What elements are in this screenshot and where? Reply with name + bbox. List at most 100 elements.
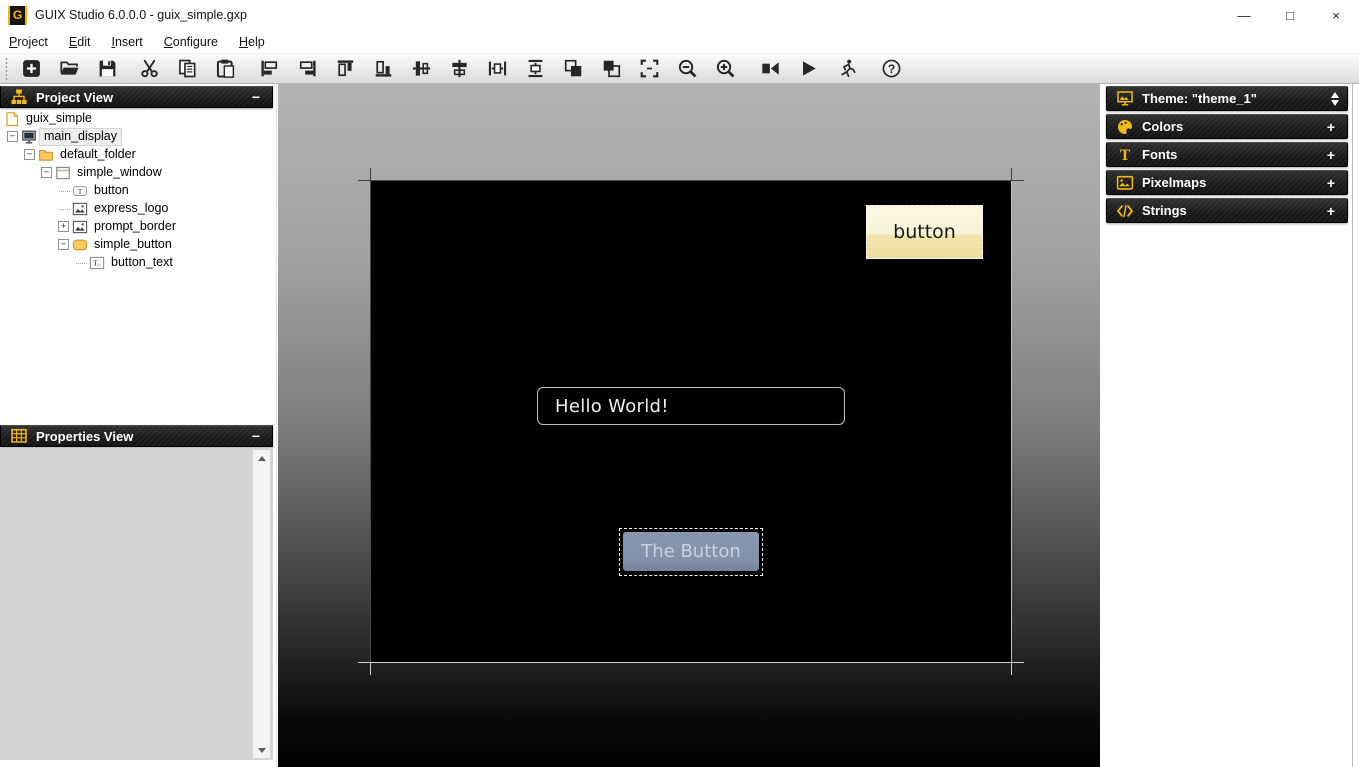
properties-scrollbar[interactable] [253,450,270,758]
align-right-button[interactable] [292,55,322,82]
section-header-pixelmaps[interactable]: Pixelmaps+ [1106,170,1348,195]
window-controls: — □ × [1221,0,1359,30]
pixelmaps-icon [1115,173,1135,193]
display-root-window[interactable]: button Hello World! The Button [370,180,1012,663]
tree-item-default_folder[interactable]: − default_folder [0,146,256,164]
properties-view-collapse-button[interactable]: − [248,428,264,444]
section-expand-button-strings[interactable]: + [1323,203,1339,219]
svg-text:T: T [78,187,83,196]
close-button[interactable]: × [1313,0,1359,30]
section-label-strings: Strings [1142,203,1187,218]
equal-horizontal-spacing-button[interactable] [482,55,512,82]
open-project-button[interactable] [54,55,84,82]
collapse-toggle-default_folder[interactable]: − [24,149,35,160]
cut-button[interactable] [134,55,164,82]
design-canvas[interactable]: button Hello World! The Button [278,84,1100,767]
canvas-button-widget[interactable]: button [866,205,983,259]
tree-item-express_logo[interactable]: express_logo [0,200,256,218]
panel-divider [1352,84,1353,767]
section-expand-button-fonts[interactable]: + [1323,147,1339,163]
collapse-toggle-simple_window[interactable]: − [41,167,52,178]
tree-label-default_folder: default_folder [56,146,140,164]
canvas-the-button-widget[interactable]: The Button [623,532,759,571]
zoom-out-button[interactable] [672,55,702,82]
project-view-icon [9,87,29,107]
properties-view-body [0,448,273,760]
collapse-toggle-main_display[interactable]: − [7,131,18,142]
canvas-the-button-selection[interactable]: The Button [619,528,763,576]
help-button[interactable]: ? [876,55,906,82]
scroll-down-button[interactable] [253,742,270,758]
minimize-button[interactable]: — [1221,0,1267,30]
new-project-button[interactable] [16,55,46,82]
properties-view-header[interactable]: Properties View − [0,425,273,447]
scroll-up-button[interactable] [253,450,270,466]
tree-label-guix_simple: guix_simple [22,110,96,128]
menu-item-project[interactable]: Project [3,33,54,51]
tree-item-button_text[interactable]: T..button_text [0,254,256,272]
align-bottom-icon [373,58,394,79]
tree-label-main_display: main_display [39,128,122,146]
tree-item-button[interactable]: Tbutton [0,182,256,200]
move-to-front-button[interactable] [558,55,588,82]
menu-item-edit[interactable]: Edit [63,33,97,51]
spinner-up-icon [1331,92,1339,98]
paste-button[interactable] [210,55,240,82]
menu-item-insert[interactable]: Insert [105,33,148,51]
tree-item-main_display[interactable]: − main_display [0,128,256,146]
space-horizontal-icon [487,58,508,79]
section-header-theme[interactable]: Theme: "theme_1" [1106,86,1348,111]
prompt-icon: T [72,183,88,199]
theme-icon [1115,89,1135,109]
zoom-in-icon [715,58,736,79]
align-vertical-center-button[interactable] [406,55,436,82]
theme-spinner[interactable] [1331,92,1339,106]
fonts-icon: T [1115,145,1135,165]
tree-item-guix_simple[interactable]: guix_simple [0,110,256,128]
tree-item-prompt_border[interactable]: +prompt_border [0,218,256,236]
maximize-button[interactable]: □ [1267,0,1313,30]
tree-item-simple_window[interactable]: −simple_window [0,164,256,182]
section-header-fonts[interactable]: TFonts+ [1106,142,1348,167]
menu-item-help[interactable]: Help [233,33,271,51]
section-header-colors[interactable]: Colors+ [1106,114,1348,139]
equal-vertical-spacing-button[interactable] [520,55,550,82]
section-expand-button-colors[interactable]: + [1323,119,1339,135]
zoom-fit-button[interactable] [634,55,664,82]
playback-macro-button[interactable] [793,55,823,82]
section-header-strings[interactable]: Strings + [1106,198,1348,223]
project-view-collapse-button[interactable]: − [248,89,264,105]
collapse-toggle-simple_button[interactable]: − [58,239,69,250]
tree-label-button: button [90,182,133,200]
project-view-title: Project View [36,90,113,105]
display-icon [21,129,37,145]
tree-item-simple_button[interactable]: −simple_button [0,236,256,254]
tree-guide-line [59,209,70,210]
expand-toggle-prompt_border[interactable]: + [58,221,69,232]
section-expand-button-pixelmaps[interactable]: + [1323,175,1339,191]
zoom-in-button[interactable] [710,55,740,82]
align-top-button[interactable] [330,55,360,82]
align-bottom-button[interactable] [368,55,398,82]
menu-item-configure[interactable]: Configure [158,33,224,51]
align-left-button[interactable] [254,55,284,82]
record-macro-button[interactable] [755,55,785,82]
title-bar: G GUIX Studio 6.0.0.0 - guix_simple.gxp … [0,0,1359,30]
pixelmap-icon [72,201,88,217]
corner-mark [1011,662,1012,675]
tree-guide-line [59,191,70,192]
project-view-header[interactable]: Project View − [0,86,273,108]
save-project-button[interactable] [92,55,122,82]
copy-button[interactable] [172,55,202,82]
pixelmap-icon [72,219,88,235]
move-to-back-button[interactable] [596,55,626,82]
toolbar-gripper[interactable] [4,57,9,81]
main-area: Project View − guix_simple−main_display−… [0,84,1359,767]
zoom-out-icon [677,58,698,79]
run-application-button[interactable] [831,55,861,82]
main-toolbar: ? [0,53,1359,84]
play-icon [798,58,819,79]
align-horizontal-center-button[interactable] [444,55,474,82]
chevron-up-icon [258,456,266,461]
canvas-hello-world-prompt[interactable]: Hello World! [537,387,845,425]
